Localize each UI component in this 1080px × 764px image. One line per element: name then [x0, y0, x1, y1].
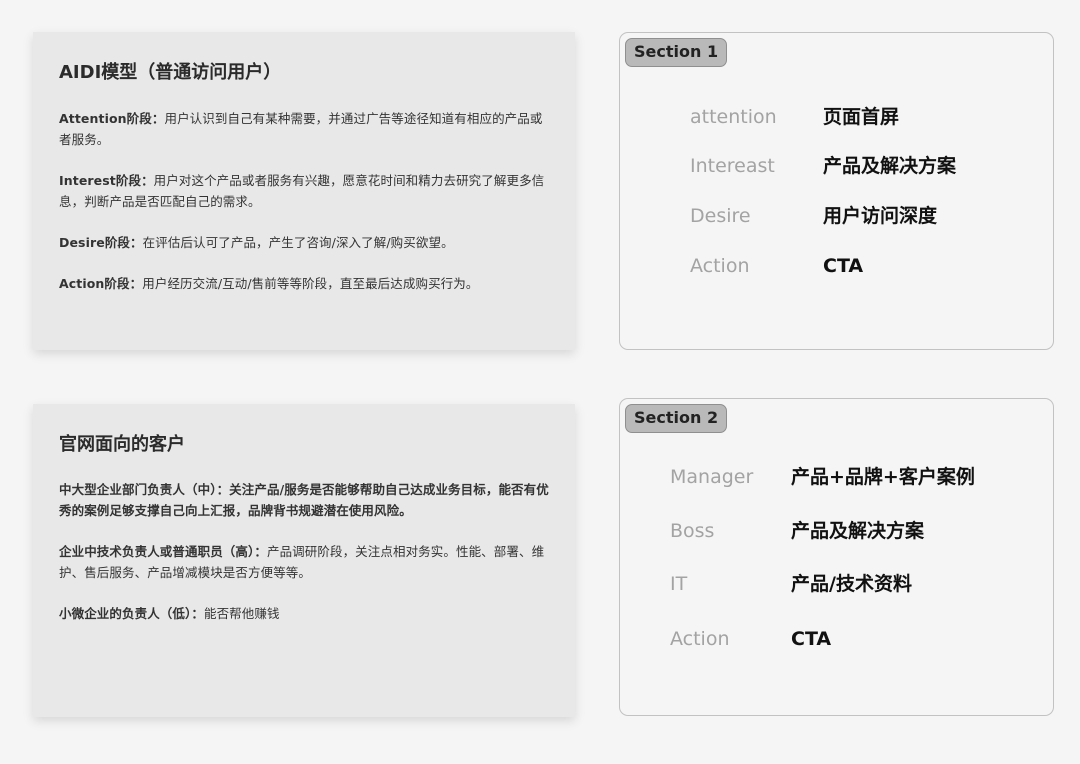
row-key: IT [670, 569, 687, 599]
row-value: 产品及解决方案 [823, 151, 956, 181]
row-key: Action [670, 624, 730, 654]
stage-paragraph-action: Action阶段：用户经历交流/互动/售前等等阶段，直至最后达成购买行为。 [59, 273, 549, 294]
row-key: Manager [670, 462, 753, 492]
section-2-panel: Section 2 Manager 产品+品牌+客户案例 Boss 产品及解决方… [619, 398, 1054, 716]
row-value: CTA [823, 251, 863, 281]
row-value: 用户访问深度 [823, 201, 937, 231]
customer-paragraph-tech: 企业中技术负责人或普通职员（高）：产品调研阶段，关注点相对务实。性能、部署、维护… [59, 541, 549, 583]
row-key: Desire [690, 201, 751, 231]
stage-paragraph-attention: Attention阶段：用户认识到自己有某种需要，并通过广告等途径知道有相应的产… [59, 108, 549, 150]
stage-paragraph-desire: Desire阶段：在评估后认可了产品，产生了咨询/深入了解/购买欲望。 [59, 232, 549, 253]
row-key: Boss [670, 516, 714, 546]
stage-paragraph-interest: Interest阶段：用户对这个产品或者服务有兴趣，愿意花时间和精力去研究了解更… [59, 170, 549, 212]
target-customers-card: 官网面向的客户 中大型企业部门负责人（中）：关注产品/服务是否能够帮助自己达成业… [33, 404, 575, 717]
row-value: 页面首屏 [823, 102, 899, 132]
row-key: attention [690, 102, 777, 132]
customer-paragraph-manager: 中大型企业部门负责人（中）：关注产品/服务是否能够帮助自己达成业务目标，能否有优… [59, 479, 549, 521]
row-value: 产品/技术资料 [791, 569, 912, 599]
customer-paragraph-smb: 小微企业的负责人（低）：能否帮他赚钱 [59, 603, 549, 624]
row-value: 产品及解决方案 [791, 516, 924, 546]
card-title: AIDI模型（普通访问用户） [59, 60, 549, 86]
section-badge: Section 2 [625, 404, 727, 433]
row-value: 产品+品牌+客户案例 [791, 462, 975, 492]
section-1-panel: Section 1 attention 页面首屏 Intereast 产品及解决… [619, 32, 1054, 350]
row-key: Intereast [690, 151, 775, 181]
card-title: 官网面向的客户 [59, 432, 549, 458]
section-badge: Section 1 [625, 38, 727, 67]
row-value: CTA [791, 624, 831, 654]
aidi-model-card: AIDI模型（普通访问用户） Attention阶段：用户认识到自己有某种需要，… [33, 32, 575, 350]
row-key: Action [690, 251, 750, 281]
